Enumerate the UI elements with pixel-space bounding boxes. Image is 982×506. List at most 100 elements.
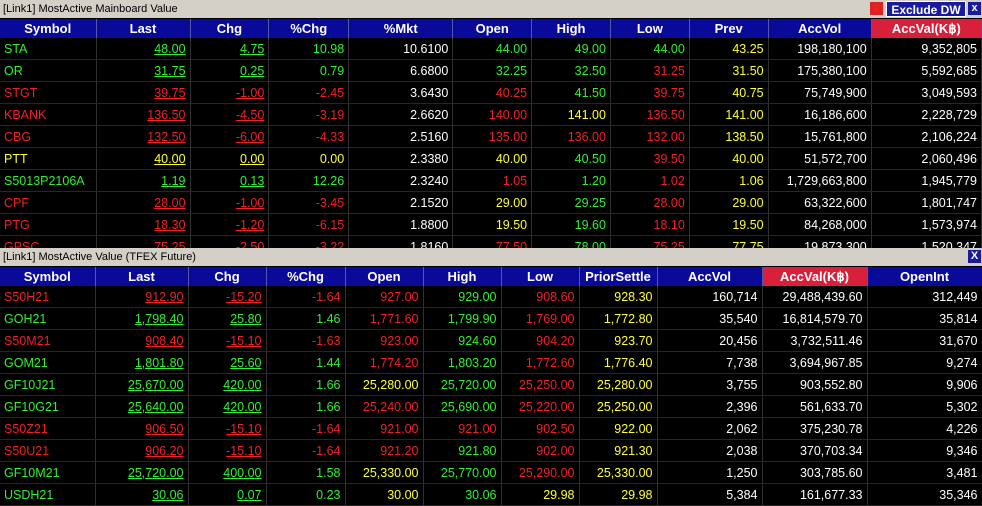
top-scroll-icon[interactable]: x (968, 2, 981, 15)
cell-last: 25,670.00 (95, 373, 189, 396)
cell-chg: -15.20 (188, 286, 267, 308)
top-col-header[interactable]: AccVal(K฿) (871, 19, 982, 38)
exclude-dw-button[interactable]: Exclude DW (886, 1, 966, 17)
cell-sym: OR (0, 59, 97, 82)
table-row[interactable]: GF10M21 25,720.00 400.00 1.58 25,330.00 25,77… (0, 461, 982, 484)
cell-val: 370,703.34 (762, 439, 868, 462)
table-row[interactable]: S50M21 908.40 -15.10 -1.63 923.00 924.60 904.2… (0, 329, 982, 352)
table-row[interactable]: CPF 28.00 -1.00 -3.45 2.1520 29.00 29.25 28.00 2… (0, 191, 982, 214)
cell-chg: 420.00 (188, 395, 267, 418)
cell-val: 3,732,511.46 (762, 329, 868, 352)
bottom-col-header[interactable]: %Chg (266, 267, 346, 286)
cell-sym: S50Z21 (0, 417, 96, 440)
cell-high: 19.60 (531, 213, 611, 236)
cell-chg: -1.00 (190, 81, 270, 104)
cell-open: 135.00 (452, 125, 533, 148)
top-col-header[interactable]: AccVol (768, 19, 872, 38)
cell-prev: 19.50 (689, 213, 769, 236)
cell-pchg: 0.79 (268, 59, 350, 82)
table-row[interactable]: STGT 39.75 -1.00 -2.45 3.6430 40.25 41.50 39.75… (0, 81, 982, 104)
cell-open: 25,280.00 (345, 373, 424, 396)
bottom-col-header[interactable]: OpenInt (867, 267, 982, 286)
cell-open: 921.20 (345, 439, 424, 462)
top-col-header[interactable]: Last (96, 19, 191, 38)
bottom-col-header[interactable]: High (423, 267, 502, 286)
cell-chg: -4.50 (190, 103, 270, 126)
bottom-col-header[interactable]: Last (95, 267, 189, 286)
cell-low: 25,220.00 (501, 395, 580, 418)
top-col-header[interactable]: Symbol (0, 19, 97, 38)
cell-low: 31.25 (610, 59, 690, 82)
bottom-col-header[interactable]: Low (501, 267, 580, 286)
table-row[interactable]: S5013P2106A 1.19 0.13 12.26 2.3240 1.05 1.20 1.… (0, 169, 982, 192)
cell-oi: 35,814 (867, 307, 982, 330)
bottom-col-header[interactable]: PriorSettle (579, 267, 658, 286)
cell-open: 25,240.00 (345, 395, 424, 418)
cell-oi: 9,346 (867, 439, 982, 462)
table-row[interactable]: GOH21 1,798.40 25.80 1.46 1,771.60 1,799.90 1,… (0, 307, 982, 330)
table-row[interactable]: CBG 132.50 -6.00 -4.33 2.5160 135.00 136.00 132… (0, 125, 982, 148)
top-col-header[interactable]: %Mkt (348, 19, 454, 38)
table-row[interactable]: S50H21 912.90 -15.20 -1.64 927.00 929.00 908.6… (0, 286, 982, 308)
cell-mkt: 2.6620 (348, 103, 454, 126)
tfex-table: Symbol Last Chg %Chg Open High Low PriorSettle A… (0, 267, 982, 506)
cell-open: 1.05 (452, 169, 533, 192)
cell-sym: STGT (0, 81, 97, 104)
cell-high: 136.00 (531, 125, 611, 148)
top-col-header[interactable]: Prev (689, 19, 769, 38)
top-col-header[interactable]: Open (452, 19, 533, 38)
bottom-close-icon[interactable]: X (968, 250, 981, 263)
table-row[interactable]: S50Z21 906.50 -15.10 -1.64 921.00 921.00 902.5… (0, 417, 982, 440)
cell-pchg: 0.00 (268, 147, 350, 170)
top-col-header[interactable]: %Chg (268, 19, 350, 38)
cell-vol: 5,384 (657, 483, 763, 506)
cell-chg: -15.10 (188, 329, 267, 352)
cell-prior: 1,776.40 (579, 351, 658, 374)
cell-chg: 0.13 (190, 169, 270, 192)
bottom-col-header[interactable]: AccVol (657, 267, 763, 286)
table-row[interactable]: OR 31.75 0.25 0.79 6.6800 32.25 32.50 31.25 31.5… (0, 59, 982, 82)
table-row[interactable]: USDH21 30.06 0.07 0.23 30.00 30.06 29.98 29.98 5… (0, 483, 982, 506)
cell-pchg: 0.23 (266, 483, 346, 506)
cell-prev: 43.25 (689, 38, 769, 60)
bottom-col-header[interactable]: Open (345, 267, 424, 286)
cell-high: 141.00 (531, 103, 611, 126)
table-row[interactable]: GF10G21 25,640.00 420.00 1.66 25,240.00 25,69… (0, 395, 982, 418)
table-row[interactable]: PTG 18.30 -1.20 -6.15 1.8800 19.50 19.60 18.10 1… (0, 213, 982, 236)
cell-high: 25,770.00 (423, 461, 502, 484)
cell-val: 16,814,579.70 (762, 307, 868, 330)
table-row[interactable]: KBANK 136.50 -4.50 -3.19 2.6620 140.00 141.00 1… (0, 103, 982, 126)
table-row[interactable]: GOM21 1,801.80 25.60 1.44 1,774.20 1,803.20 1,… (0, 351, 982, 374)
table-row[interactable]: PTT 40.00 0.00 0.00 2.3380 40.00 40.50 39.50 40.… (0, 147, 982, 170)
top-close-icon[interactable]: x (870, 2, 883, 15)
table-row[interactable]: GF10J21 25,670.00 420.00 1.66 25,280.00 25,72… (0, 373, 982, 396)
cell-val: 3,694,967.85 (762, 351, 868, 374)
top-col-header[interactable]: Chg (190, 19, 270, 38)
cell-mkt: 6.6800 (348, 59, 454, 82)
cell-mkt: 1.8800 (348, 213, 454, 236)
table-row[interactable]: S50U21 906.20 -15.10 -1.64 921.20 921.80 902.0… (0, 439, 982, 462)
cell-low: 908.60 (501, 286, 580, 308)
table-row[interactable]: STA 48.00 4.75 10.98 10.6100 44.00 49.00 44.00 4… (0, 38, 982, 60)
bottom-col-header[interactable]: Symbol (0, 267, 96, 286)
cell-high: 921.00 (423, 417, 502, 440)
cell-sym: S5013P2106A (0, 169, 97, 192)
cell-vol: 63,322,600 (768, 191, 872, 214)
top-col-header[interactable]: Low (610, 19, 690, 38)
cell-sym: S50H21 (0, 286, 96, 308)
top-col-header[interactable]: High (531, 19, 611, 38)
cell-oi: 4,226 (867, 417, 982, 440)
cell-pchg: 10.98 (268, 38, 350, 60)
cell-vol: 3,755 (657, 373, 763, 396)
cell-pchg: 12.26 (268, 169, 350, 192)
bottom-col-header[interactable]: AccVal(K฿) (762, 267, 868, 286)
cell-val: 2,228,729 (871, 103, 982, 126)
cell-open: 19.50 (452, 213, 533, 236)
cell-pchg: -3.19 (268, 103, 350, 126)
cell-open: 1,774.20 (345, 351, 424, 374)
cell-open: 29.00 (452, 191, 533, 214)
bottom-col-header[interactable]: Chg (188, 267, 267, 286)
cell-open: 921.00 (345, 417, 424, 440)
cell-chg: -1.00 (190, 191, 270, 214)
cell-chg: 0.25 (190, 59, 270, 82)
